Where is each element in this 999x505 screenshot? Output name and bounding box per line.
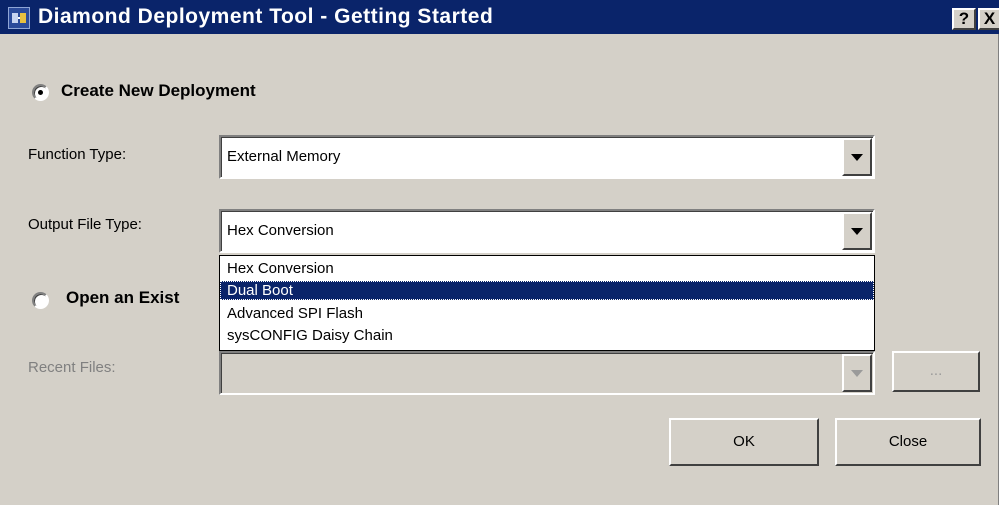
function-type-label: Function Type: — [28, 146, 127, 163]
recent-files-dropdown-button[interactable] — [842, 354, 872, 392]
ok-button[interactable]: OK — [669, 418, 819, 466]
dialog-window: Diamond Deployment Tool - Getting Starte… — [0, 0, 999, 505]
output-file-type-dropdown-button[interactable] — [842, 212, 872, 250]
dropdown-option-hex-conversion[interactable]: Hex Conversion — [220, 259, 874, 278]
recent-files-combo[interactable] — [219, 351, 875, 395]
output-file-type-options-list[interactable]: Hex Conversion Dual Boot Advanced SPI Fl… — [219, 255, 875, 351]
open-existing-radio[interactable] — [32, 292, 49, 309]
radio-selected-dot — [38, 90, 43, 95]
function-type-value: External Memory — [227, 148, 341, 165]
chevron-down-icon — [851, 154, 863, 161]
recent-files-label: Recent Files: — [28, 359, 116, 376]
title-bar[interactable]: Diamond Deployment Tool - Getting Starte… — [0, 0, 999, 34]
window-title: Diamond Deployment Tool - Getting Starte… — [38, 5, 494, 28]
create-new-deployment-label[interactable]: Create New Deployment — [61, 81, 256, 101]
output-file-type-value: Hex Conversion — [227, 222, 334, 239]
close-window-button[interactable]: X — [978, 8, 999, 30]
app-icon — [8, 7, 30, 29]
browse-button[interactable]: ... — [892, 351, 980, 392]
dropdown-option-dual-boot[interactable]: Dual Boot — [220, 281, 874, 300]
chevron-down-icon — [851, 370, 863, 377]
chevron-down-icon — [851, 228, 863, 235]
create-new-deployment-radio[interactable] — [32, 84, 49, 101]
close-button[interactable]: Close — [835, 418, 981, 466]
open-existing-label[interactable]: Open an Exist — [66, 288, 179, 308]
dropdown-option-sysconfig-daisy-chain[interactable]: sysCONFIG Daisy Chain — [220, 326, 874, 345]
help-button[interactable]: ? — [952, 8, 976, 30]
output-file-type-label: Output File Type: — [28, 216, 142, 233]
function-type-dropdown-button[interactable] — [842, 138, 872, 176]
function-type-combo[interactable]: External Memory — [219, 135, 875, 179]
dropdown-option-advanced-spi-flash[interactable]: Advanced SPI Flash — [220, 304, 874, 323]
output-file-type-combo[interactable]: Hex Conversion — [219, 209, 875, 253]
